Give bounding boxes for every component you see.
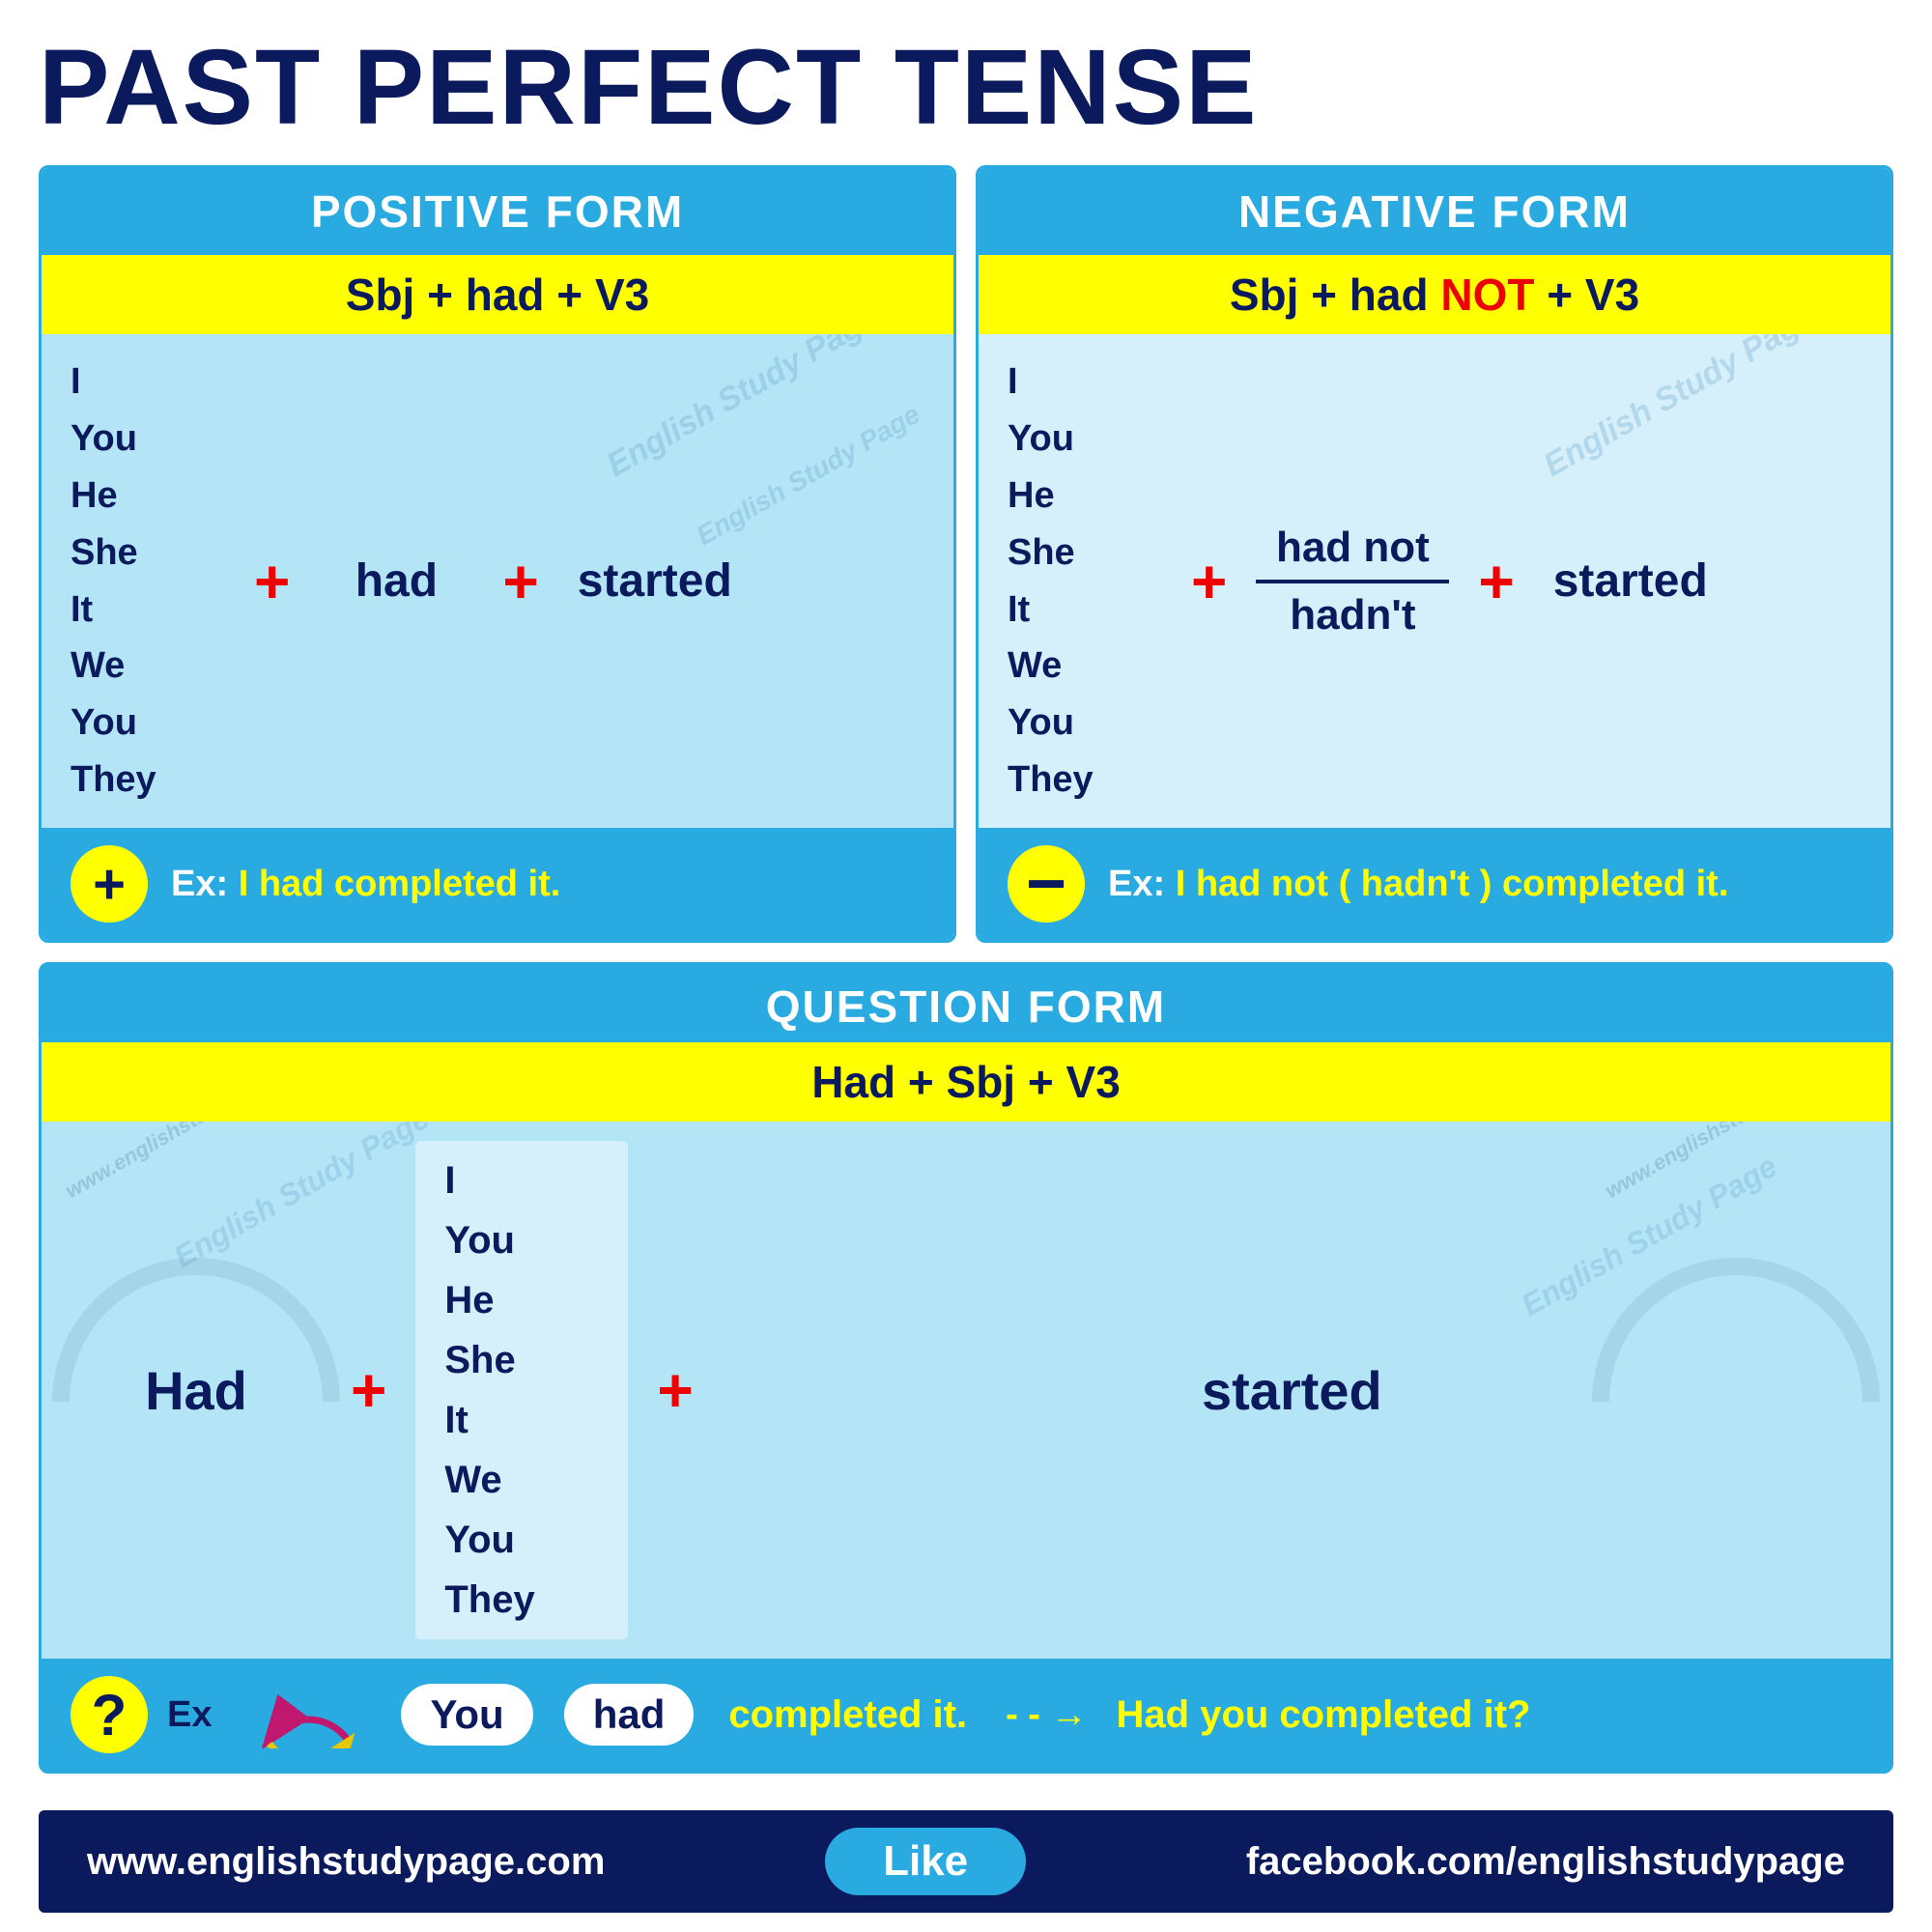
negative-example: Ex: I had not ( hadn't ) completed it. [1108,864,1728,905]
negative-plus1: + [1191,546,1227,617]
question-formula-bar: Had + Sbj + V3 [42,1042,1890,1122]
question-header: QUESTION FORM [42,965,1890,1042]
positive-example: Ex: I had completed it. [171,864,560,905]
page: PAST PERFECT TENSE POSITIVE FORM Sbj + h… [0,0,1932,1932]
footer-url: www.englishstudypage.com [87,1840,605,1884]
question-plus2-sign: + [657,1354,693,1426]
top-row: POSITIVE FORM Sbj + had + V3 English Stu… [39,165,1893,943]
had-box: had [564,1684,695,1746]
positive-header-text: POSITIVE FORM [311,186,684,237]
positive-example-text: I had completed it. [239,864,561,904]
had-you-result: Had you completed it? [1117,1693,1531,1737]
negative-ex-label: Ex: [1108,864,1165,904]
positive-plus1: + [254,546,290,617]
question-footer: ? Ex [42,1659,1890,1771]
had-not-divider [1256,580,1449,583]
question-card: QUESTION FORM Had + Sbj + V3 www.english… [39,962,1893,1774]
positive-started: started [568,554,742,608]
negative-footer: − Ex: I had not ( hadn't ) completed it. [979,828,1890,940]
question-ex-label: Ex [167,1694,212,1736]
watermark-neg1: English Study Page [1537,334,1821,485]
question-had-col: Had [71,1359,322,1422]
positive-header: POSITIVE FORM [42,168,953,255]
positive-formula-bar: Sbj + had + V3 [42,255,953,334]
positive-had: had [319,554,473,608]
positive-formula-text: Sbj + had + V3 [346,270,649,320]
negative-plus2: + [1478,546,1514,617]
question-plus1: + [322,1354,415,1426]
footer-bar: www.englishstudypage.com Like facebook.c… [39,1810,1893,1913]
hadnt-text: hadn't [1290,591,1415,639]
positive-card: POSITIVE FORM Sbj + had + V3 English Stu… [39,165,956,943]
page-title: PAST PERFECT TENSE [39,29,1893,146]
question-plus2: + [628,1354,722,1426]
neg-formula-before: Sbj + had [1230,270,1441,320]
watermark-q1: English Study Page [168,1122,436,1275]
negative-started: started [1544,554,1718,608]
had-not-block: had not hadn't [1256,524,1449,639]
question-started-col: started [723,1359,1861,1422]
question-had-word: Had [145,1359,247,1422]
positive-body: English Study Page English Study Page I … [42,334,953,828]
completed-text: completed it. [728,1693,967,1737]
negative-badge: − [1008,845,1085,923]
watermark-pos1: English Study Page [600,334,884,485]
negative-subjects: I You He She It We You They [1008,354,1162,809]
svg-text:www.englishstudypage.com: www.englishstudypage.com [61,1122,320,1203]
dashed-arrow: - - → [1006,1694,1087,1736]
question-subjects: I You He She It We You They [444,1151,599,1630]
positive-subjects: I You He She It We You They [71,354,225,809]
neg-formula-after: + V3 [1534,270,1639,320]
watermark-pos2: English Study Page [691,399,924,552]
positive-footer: + Ex: I had completed it. [42,828,953,940]
negative-body: English Study Page I You He She It We Yo… [979,334,1890,828]
question-started: started [1202,1359,1382,1422]
positive-ex-label: Ex: [171,864,228,904]
negative-formula-bar: Sbj + had NOT + V3 [979,255,1890,334]
negative-header: NEGATIVE FORM [979,168,1890,255]
negative-card: NEGATIVE FORM Sbj + had NOT + V3 English… [976,165,1893,943]
question-formula-text: Had + Sbj + V3 [811,1057,1121,1107]
negative-example-text: I had not ( hadn't ) completed it. [1176,864,1729,904]
you-box: You [401,1684,532,1746]
question-section: QUESTION FORM Had + Sbj + V3 www.english… [39,962,1893,1795]
question-body: www.englishstudypage.com www.englishstud… [42,1122,1890,1659]
question-header-text: QUESTION FORM [766,981,1166,1032]
question-subjects-col: I You He She It We You They [415,1141,628,1639]
svg-text:www.englishstudypage.com: www.englishstudypage.com [1601,1122,1860,1203]
like-badge[interactable]: Like [825,1828,1026,1895]
positive-plus2: + [502,546,538,617]
footer-facebook: facebook.com/englishstudypage [1246,1840,1845,1884]
arrows-svg [250,1681,366,1748]
negative-formula-text: Sbj + had NOT + V3 [1230,270,1639,320]
question-badge: ? [71,1676,148,1753]
had-not-text: had not [1276,524,1430,572]
question-plus1-sign: + [351,1354,386,1426]
neg-formula-not: NOT [1440,270,1534,320]
negative-header-text: NEGATIVE FORM [1238,186,1631,237]
arrow-decoration [250,1681,366,1748]
watermark-q2: English Study Page [1516,1149,1783,1323]
positive-badge: + [71,845,148,923]
